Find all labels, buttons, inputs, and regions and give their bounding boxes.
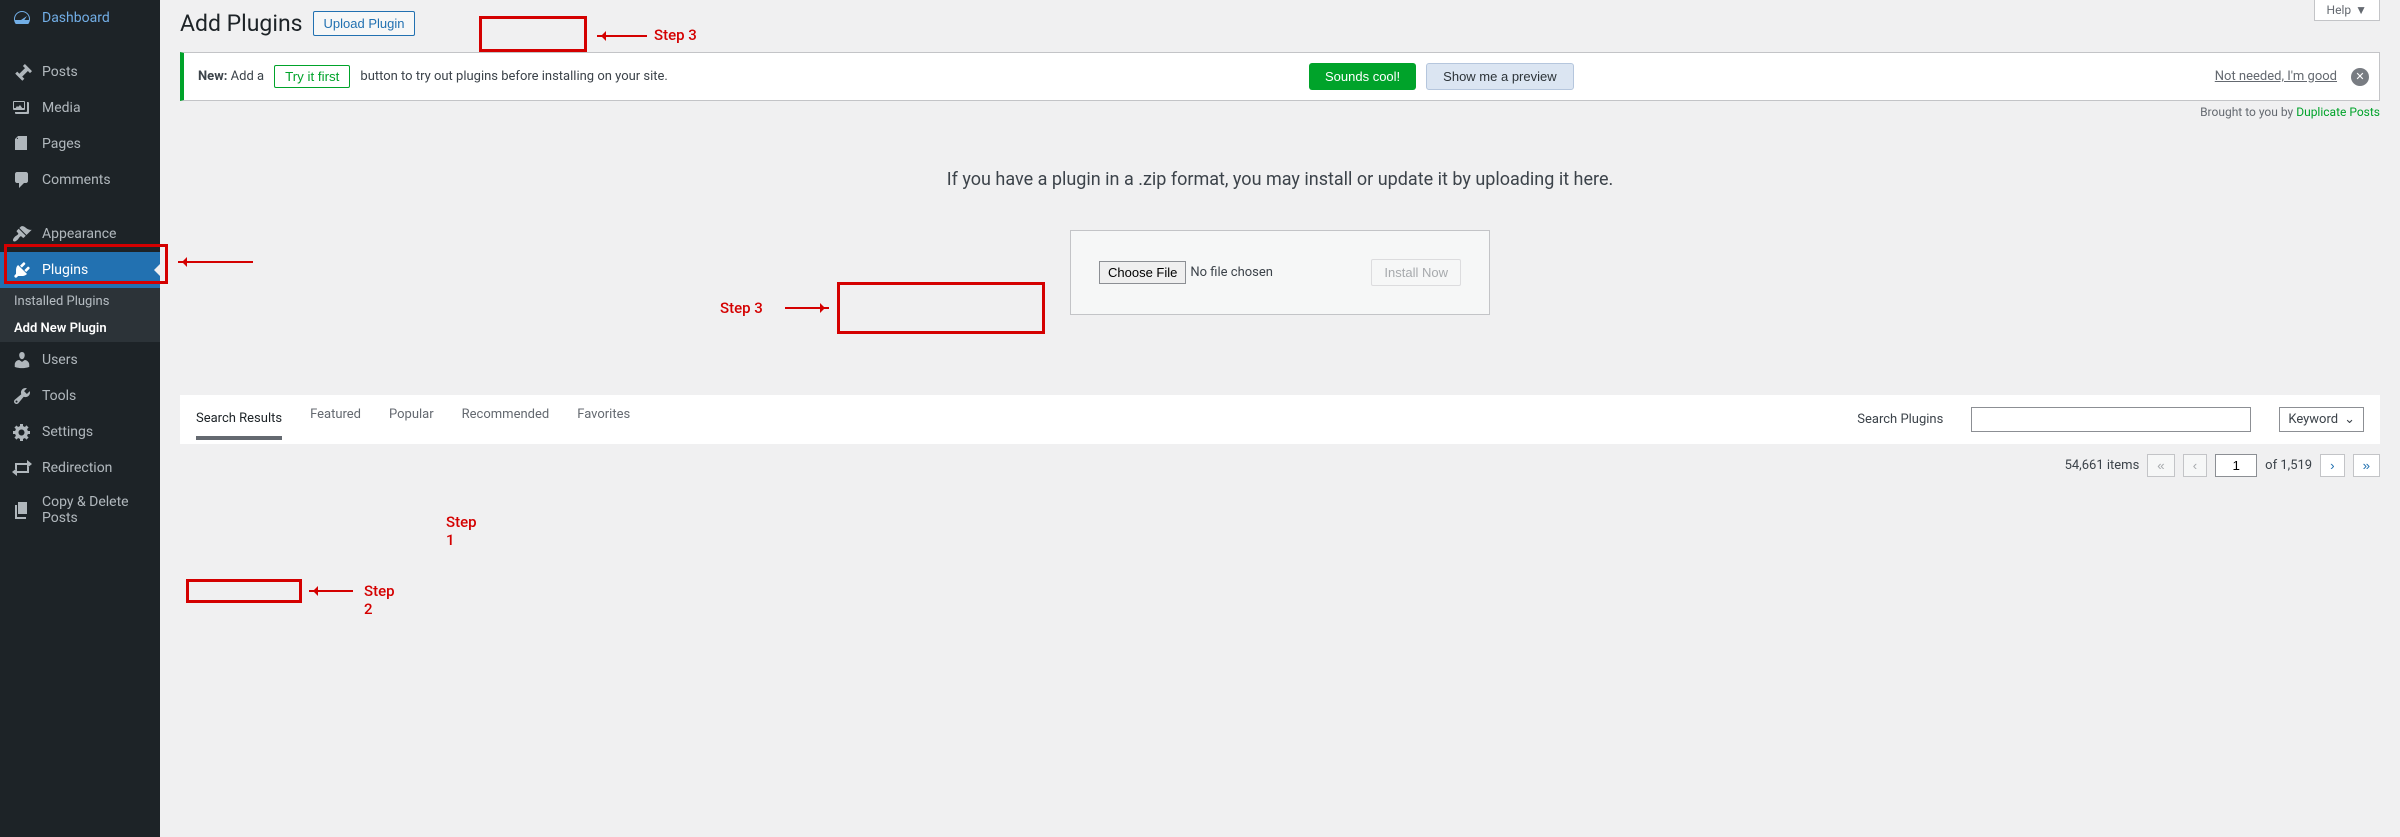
- sidebar-item-media[interactable]: Media: [0, 90, 160, 126]
- plugin-icon: [12, 260, 32, 280]
- sidebar-label: Appearance: [42, 226, 116, 242]
- search-label: Search Plugins: [1857, 412, 1943, 427]
- keyword-select[interactable]: Keyword ⌄: [2279, 407, 2364, 432]
- main-content: Help ▼ Add Plugins Upload Plugin New: Ad…: [160, 0, 2400, 837]
- help-tab[interactable]: Help ▼: [2314, 0, 2380, 21]
- dashboard-icon: [12, 8, 32, 28]
- dismiss-notice-button[interactable]: ✕: [2351, 68, 2369, 86]
- chevron-down-icon: ⌄: [2344, 412, 2355, 427]
- upload-form: Choose File No file chosen Install Now: [1070, 230, 1490, 315]
- not-needed-link[interactable]: Not needed, I'm good: [2215, 69, 2337, 84]
- choose-file-button[interactable]: Choose File: [1099, 261, 1186, 284]
- sidebar-item-tools[interactable]: Tools: [0, 378, 160, 414]
- sidebar-item-posts[interactable]: Posts: [0, 54, 160, 90]
- sidebar-item-appearance[interactable]: Appearance: [0, 216, 160, 252]
- new-label: New:: [198, 69, 227, 84]
- sidebar-label: Posts: [42, 64, 78, 80]
- prev-page-button[interactable]: ‹: [2183, 454, 2207, 477]
- sidebar-label: Media: [42, 100, 81, 116]
- upload-heading: If you have a plugin in a .zip format, y…: [180, 169, 2380, 190]
- annotation-box-choose-file: [837, 282, 1045, 334]
- brought-by: Brought to you by Duplicate Posts: [180, 105, 2380, 119]
- annotation-step3-label: Step 3: [720, 299, 763, 317]
- users-icon: [12, 350, 32, 370]
- tab-recommended[interactable]: Recommended: [462, 407, 550, 432]
- duplicate-posts-link[interactable]: Duplicate Posts: [2296, 105, 2380, 119]
- try-it-first-notice: New: Add a Try it first button to try ou…: [180, 52, 2380, 101]
- submenu-add-new-plugin[interactable]: Add New Plugin: [0, 315, 160, 342]
- install-now-button[interactable]: Install Now: [1371, 259, 1461, 286]
- sidebar-item-users[interactable]: Users: [0, 342, 160, 378]
- sidebar-item-redirection[interactable]: Redirection: [0, 450, 160, 486]
- sidebar-item-settings[interactable]: Settings: [0, 414, 160, 450]
- search-plugins-input[interactable]: [1971, 407, 2251, 432]
- try-it-first-button[interactable]: Try it first: [274, 65, 350, 88]
- tab-search-results[interactable]: Search Results: [196, 411, 282, 440]
- upload-plugin-button[interactable]: Upload Plugin: [313, 11, 416, 36]
- sidebar-item-dashboard[interactable]: Dashboard: [0, 0, 160, 36]
- sidebar-item-plugins[interactable]: Plugins: [0, 252, 160, 288]
- sidebar-label: Redirection: [42, 460, 112, 476]
- sidebar-label: Copy & Delete Posts: [42, 494, 148, 526]
- admin-sidebar: Dashboard Posts Media Pages Comments App…: [0, 0, 160, 837]
- no-file-chosen: No file chosen: [1190, 265, 1273, 280]
- page-icon: [12, 134, 32, 154]
- sidebar-label: Users: [42, 352, 78, 368]
- media-icon: [12, 98, 32, 118]
- sidebar-item-copy-delete[interactable]: Copy & Delete Posts: [0, 486, 160, 534]
- sidebar-item-comments[interactable]: Comments: [0, 162, 160, 198]
- sidebar-label: Settings: [42, 424, 93, 440]
- item-count: 54,661 items: [2065, 458, 2140, 473]
- show-preview-button[interactable]: Show me a preview: [1426, 63, 1573, 90]
- sidebar-label: Dashboard: [42, 10, 110, 26]
- comments-icon: [12, 170, 32, 190]
- sidebar-label: Tools: [42, 388, 76, 404]
- pin-icon: [12, 62, 32, 82]
- appearance-icon: [12, 224, 32, 244]
- first-page-button[interactable]: «: [2147, 454, 2174, 477]
- tab-featured[interactable]: Featured: [310, 407, 361, 432]
- next-page-button[interactable]: ›: [2320, 454, 2344, 477]
- sidebar-item-pages[interactable]: Pages: [0, 126, 160, 162]
- notice-tail: button to try out plugins before install…: [360, 69, 667, 84]
- copy-icon: [12, 500, 32, 520]
- chevron-down-icon: ▼: [2355, 3, 2367, 17]
- pagination: 54,661 items « ‹ of 1,519 › »: [180, 444, 2380, 487]
- plugin-filter-bar: Search Results Featured Popular Recommen…: [180, 395, 2380, 444]
- sounds-cool-button[interactable]: Sounds cool!: [1309, 63, 1416, 90]
- plugins-submenu: Installed Plugins Add New Plugin: [0, 288, 160, 342]
- tab-favorites[interactable]: Favorites: [577, 407, 630, 432]
- sidebar-label: Pages: [42, 136, 81, 152]
- tab-popular[interactable]: Popular: [389, 407, 434, 432]
- page-title: Add Plugins: [180, 10, 303, 37]
- annotation-arrow: [785, 307, 829, 309]
- last-page-button[interactable]: »: [2353, 454, 2380, 477]
- tools-icon: [12, 386, 32, 406]
- page-of: of 1,519: [2265, 458, 2312, 473]
- current-page-input[interactable]: [2215, 454, 2257, 477]
- settings-icon: [12, 422, 32, 442]
- sidebar-label: Plugins: [42, 262, 88, 278]
- submenu-installed-plugins[interactable]: Installed Plugins: [0, 288, 160, 315]
- sidebar-label: Comments: [42, 172, 111, 188]
- redirection-icon: [12, 458, 32, 478]
